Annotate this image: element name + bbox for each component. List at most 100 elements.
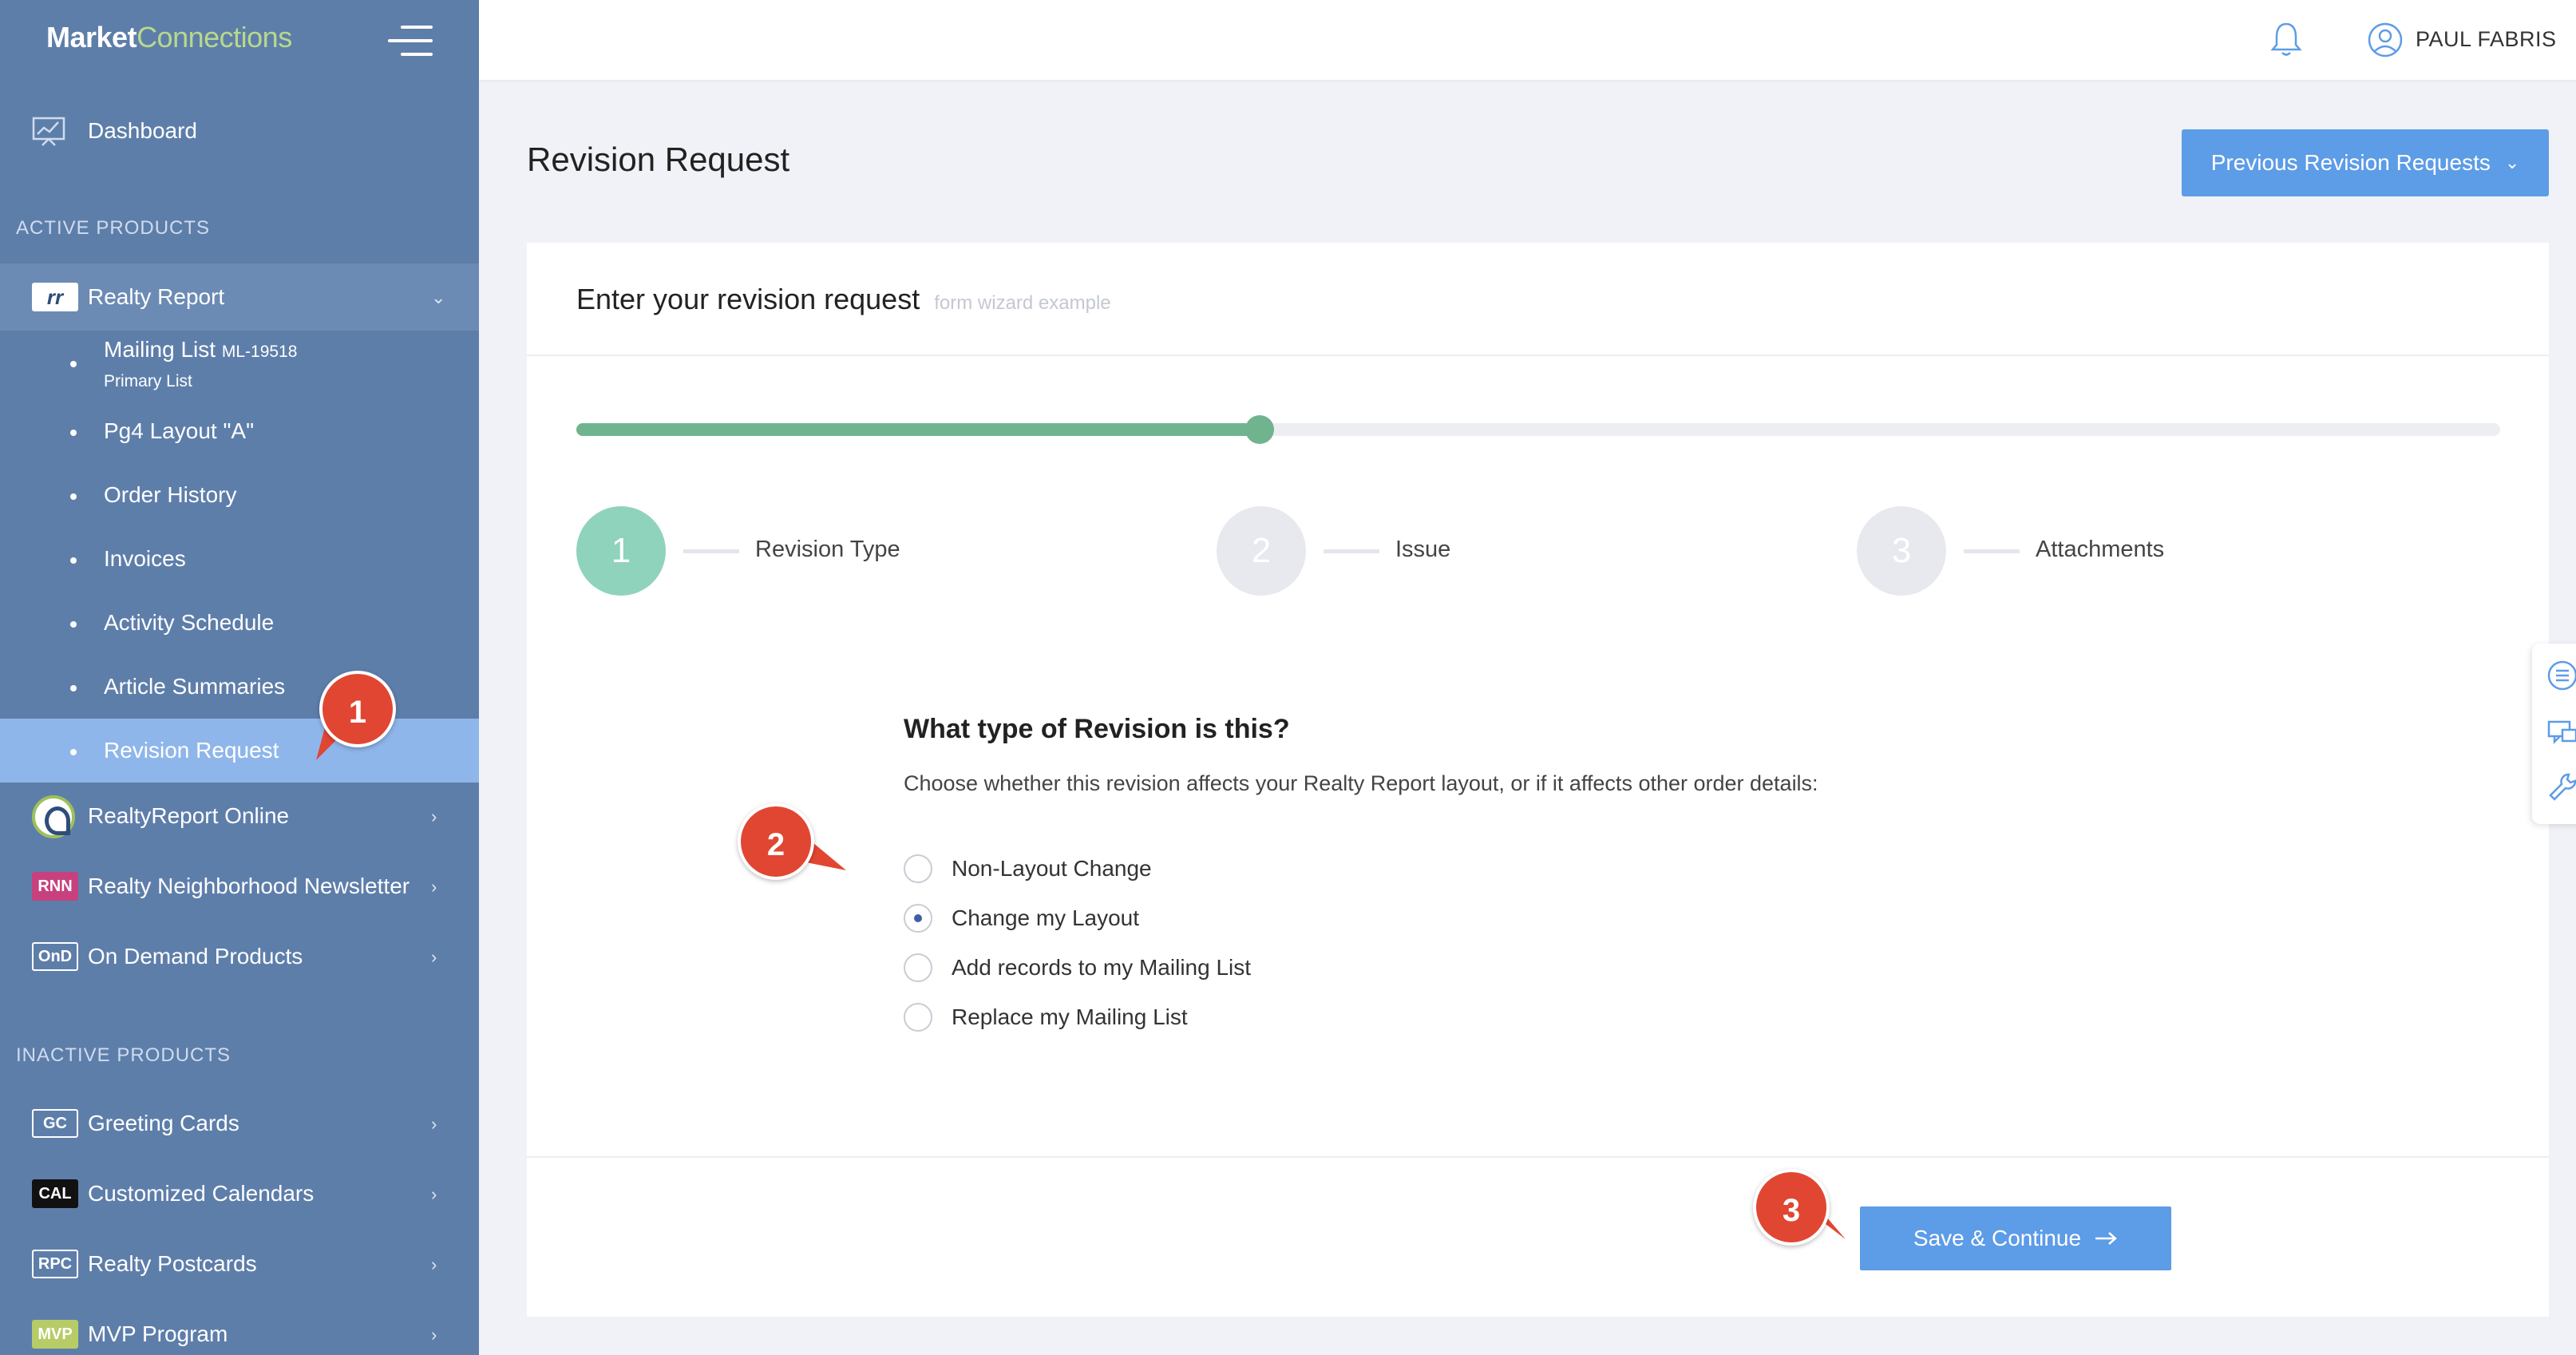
radio-button[interactable] — [904, 1003, 932, 1032]
gc-badge: GC — [32, 1109, 78, 1138]
chat-icon[interactable] — [2546, 717, 2576, 749]
sidebar-item-realtyreport-online[interactable]: RealtyReport Online › — [0, 782, 479, 850]
mailing-list-note: Primary List — [104, 372, 192, 390]
card-header: Enter your revision request form wizard … — [527, 243, 2549, 356]
top-bar — [479, 0, 2576, 80]
sidebar-item-label: Revision Request — [104, 738, 279, 763]
chevron-right-icon: › — [431, 806, 437, 826]
step-label: Attachments — [2036, 537, 2165, 562]
avatar[interactable] — [2368, 22, 2403, 57]
sidebar-item-label: On Demand Products — [88, 944, 303, 969]
sidebar-subitem-revision-request[interactable]: Revision Request — [0, 719, 479, 782]
sidebar-item-realty-postcards[interactable]: RPC Realty Postcards › — [0, 1230, 479, 1298]
sidebar-item-label: Realty Report — [88, 284, 225, 309]
sidebar-item-label: Mailing List — [104, 337, 216, 362]
sidebar-item-realty-report[interactable]: rr Realty Report ⌄ — [0, 263, 479, 331]
chevron-right-icon: › — [431, 1184, 437, 1204]
sidebar-subitem-pg4-layout[interactable]: Pg4 Layout "A" — [0, 399, 479, 463]
sidebar-item-realty-neighborhood-newsletter[interactable]: RNN Realty Neighborhood Newsletter › — [0, 853, 479, 920]
step-dash — [1324, 549, 1379, 553]
card-title-text: Enter your revision request — [576, 283, 920, 315]
radio-button-selected[interactable] — [904, 904, 932, 933]
wrench-icon[interactable] — [2546, 771, 2576, 803]
sidebar-item-on-demand-products[interactable]: OnD On Demand Products › — [0, 923, 479, 990]
step-label: Issue — [1395, 537, 1451, 562]
brand-part1: Market — [46, 21, 137, 53]
sidebar-item-mvp-program[interactable]: MVP MVP Program › — [0, 1301, 479, 1355]
bullet-icon — [70, 557, 77, 564]
page-title: Revision Request — [527, 141, 790, 178]
option-label: Replace my Mailing List — [952, 1004, 1188, 1029]
sidebar-subitem-mailing-list[interactable]: Mailing List ML-19518 Primary List — [0, 331, 479, 399]
bullet-icon — [70, 493, 77, 500]
button-label: Previous Revision Requests — [2210, 150, 2491, 175]
sidebar-item-label: Dashboard — [88, 118, 197, 143]
callout-3: 3 — [1753, 1169, 1830, 1246]
sidebar-item-label: Order History — [104, 482, 237, 507]
chevron-right-icon: › — [431, 1325, 437, 1345]
sidebar-item-label: Article Summaries — [104, 674, 286, 699]
sidebar-subitem-invoices[interactable]: Invoices — [0, 527, 479, 591]
mailing-list-code: ML-19518 — [221, 343, 298, 361]
bullet-icon — [70, 430, 77, 436]
chevron-down-icon: ⌄ — [2504, 153, 2520, 172]
step-number: 2 — [1217, 506, 1306, 596]
sidebar-subitem-activity-schedule[interactable]: Activity Schedule — [0, 591, 479, 655]
wizard-progress-bar — [576, 415, 2500, 444]
brand-logo[interactable]: MarketConnections — [46, 21, 292, 54]
option-label: Change my Layout — [952, 905, 1140, 930]
bullet-icon — [70, 361, 77, 367]
sidebar-item-greeting-cards[interactable]: GC Greeting Cards › — [0, 1090, 479, 1157]
step-dash — [1964, 549, 2020, 553]
sidebar-item-label: Customized Calendars — [88, 1181, 315, 1206]
save-continue-button[interactable]: Save & Continue — [1860, 1206, 2171, 1270]
dashboard-icon — [32, 117, 65, 146]
card-footer-divider — [527, 1156, 2549, 1158]
sidebar-item-label: RealtyReport Online — [88, 803, 290, 828]
rpc-badge: RPC — [32, 1250, 78, 1278]
realtyreport-online-logo-icon — [32, 795, 75, 838]
bullet-icon — [70, 621, 77, 628]
button-label: Save & Continue — [1913, 1226, 2082, 1250]
question-heading: What type of Revision is this? — [904, 714, 1290, 744]
revision-form-card: Enter your revision request form wizard … — [527, 243, 2549, 1317]
step-label: Revision Type — [755, 537, 900, 562]
option-label: Add records to my Mailing List — [952, 955, 1252, 980]
radio-button[interactable] — [904, 854, 932, 883]
sidebar-item-customized-calendars[interactable]: CAL Customized Calendars › — [0, 1160, 479, 1227]
menu-toggle-icon[interactable] — [388, 26, 433, 57]
sidebar: MarketConnections Dashboard ACTIVE PRODU… — [0, 0, 479, 1355]
card-title: Enter your revision request form wizard … — [576, 283, 1111, 316]
previous-revision-requests-button[interactable]: Previous Revision Requests ⌄ — [2182, 129, 2549, 196]
sidebar-item-label: Invoices — [104, 546, 186, 571]
sidebar-item-label: Activity Schedule — [104, 610, 275, 635]
callout-1: 1 — [319, 671, 396, 747]
progress-fill — [576, 423, 1260, 436]
sidebar-item-dashboard[interactable]: Dashboard — [0, 104, 479, 160]
quick-panel — [2532, 644, 2576, 824]
bell-icon[interactable] — [2269, 21, 2304, 57]
sidebar-subitem-order-history[interactable]: Order History — [0, 463, 479, 527]
callout-2: 2 — [738, 803, 814, 880]
list-icon[interactable] — [2546, 660, 2576, 691]
sidebar-item-label: Realty Neighborhood Newsletter — [88, 874, 410, 898]
step-dash — [683, 549, 739, 553]
radio-button[interactable] — [904, 953, 932, 982]
bullet-icon — [70, 749, 77, 755]
step-number: 1 — [576, 506, 666, 596]
question-help-text: Choose whether this revision affects you… — [904, 771, 1818, 795]
step-number: 3 — [1857, 506, 1946, 596]
chevron-right-icon: › — [431, 947, 437, 967]
arrow-right-icon — [2095, 1232, 2117, 1245]
bullet-icon — [70, 685, 77, 691]
chevron-right-icon: › — [431, 1254, 437, 1274]
sidebar-item-label: Pg4 Layout "A" — [104, 418, 255, 443]
sidebar-subitem-article-summaries[interactable]: Article Summaries — [0, 655, 479, 719]
inactive-products-heading: INACTIVE PRODUCTS — [16, 1044, 231, 1066]
cal-badge: CAL — [32, 1179, 78, 1208]
sidebar-item-label: Greeting Cards — [88, 1111, 239, 1135]
realty-report-badge: rr — [32, 283, 78, 311]
chevron-right-icon: › — [431, 877, 437, 897]
username[interactable]: PAUL FABRIS — [2416, 27, 2557, 52]
sidebar-item-label: Realty Postcards — [88, 1251, 257, 1276]
